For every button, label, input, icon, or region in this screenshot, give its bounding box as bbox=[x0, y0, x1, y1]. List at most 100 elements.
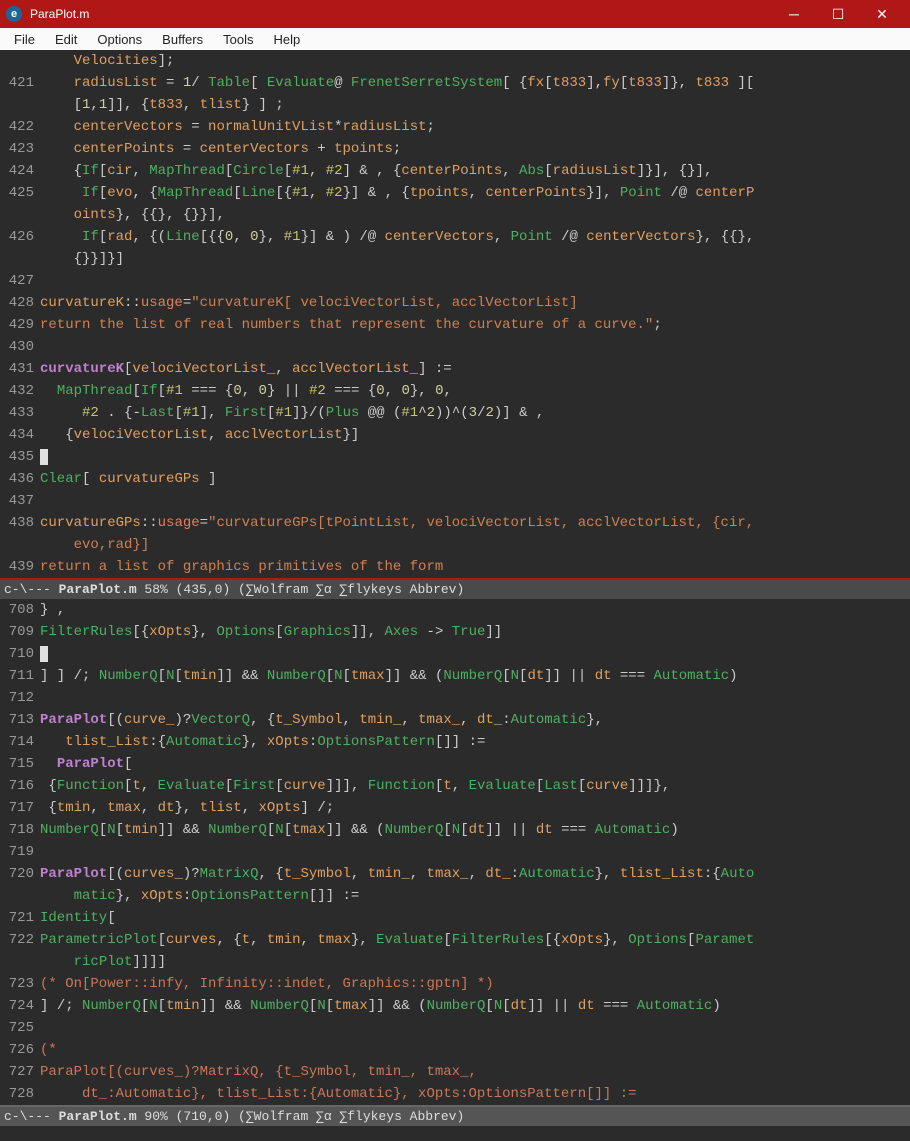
code-line[interactable]: 712 bbox=[0, 687, 910, 709]
code-line[interactable]: [1,1]], {t833, tlist} ] ; bbox=[0, 94, 910, 116]
code-content[interactable]: {Function[t, Evaluate[First[curve]]], Fu… bbox=[40, 775, 910, 797]
code-line[interactable]: 421 radiusList = 1/ Table[ Evaluate@ Fre… bbox=[0, 72, 910, 94]
code-line[interactable]: matic}, xOpts:OptionsPattern[]] := bbox=[0, 885, 910, 907]
code-content[interactable]: If[evo, {MapThread[Line[{#1, #2}] & , {t… bbox=[40, 182, 910, 204]
code-content[interactable] bbox=[40, 446, 910, 468]
code-content[interactable]: ParaPlot[(curves_)?MatrixQ, {t_Symbol, t… bbox=[40, 1061, 910, 1083]
code-content[interactable]: return a list of graphics primitives of … bbox=[40, 556, 910, 578]
menu-options[interactable]: Options bbox=[87, 32, 152, 47]
code-content[interactable]: FilterRules[{xOpts}, Options[Graphics]],… bbox=[40, 621, 910, 643]
code-line[interactable]: 436Clear[ curvatureGPs ] bbox=[0, 468, 910, 490]
code-line[interactable]: 727ParaPlot[(curves_)?MatrixQ, {t_Symbol… bbox=[0, 1061, 910, 1083]
code-content[interactable]: {velociVectorList, acclVectorList}] bbox=[40, 424, 910, 446]
code-line[interactable]: 709FilterRules[{xOpts}, Options[Graphics… bbox=[0, 621, 910, 643]
code-line[interactable]: 724] /; NumberQ[N[tmin]] && NumberQ[N[tm… bbox=[0, 995, 910, 1017]
code-content[interactable]: centerPoints = centerVectors + tpoints; bbox=[40, 138, 910, 160]
code-content[interactable] bbox=[40, 687, 910, 709]
code-content[interactable]: dt_:Automatic}, tlist_List:{Automatic}, … bbox=[40, 1083, 910, 1105]
code-content[interactable]: ] ] /; NumberQ[N[tmin]] && NumberQ[N[tma… bbox=[40, 665, 910, 687]
code-line[interactable]: 428curvatureK::usage="curvatureK[ veloci… bbox=[0, 292, 910, 314]
menu-edit[interactable]: Edit bbox=[45, 32, 87, 47]
code-line[interactable]: 722ParametricPlot[curves, {t, tmin, tmax… bbox=[0, 929, 910, 951]
menu-tools[interactable]: Tools bbox=[213, 32, 263, 47]
code-content[interactable]: ParaPlot[(curves_)?MatrixQ, {t_Symbol, t… bbox=[40, 863, 910, 885]
code-content[interactable]: radiusList = 1/ Table[ Evaluate@ FrenetS… bbox=[40, 72, 910, 94]
code-line[interactable]: 427 bbox=[0, 270, 910, 292]
code-line[interactable]: 429return the list of real numbers that … bbox=[0, 314, 910, 336]
code-line[interactable]: evo,rad}] bbox=[0, 534, 910, 556]
code-content[interactable]: evo,rad}] bbox=[40, 534, 910, 556]
code-line[interactable]: 720ParaPlot[(curves_)?MatrixQ, {t_Symbol… bbox=[0, 863, 910, 885]
code-line[interactable]: 432 MapThread[If[#1 === {0, 0} || #2 ===… bbox=[0, 380, 910, 402]
code-line[interactable]: 717 {tmin, tmax, dt}, tlist, xOpts] /; bbox=[0, 797, 910, 819]
code-line[interactable]: Velocities]; bbox=[0, 50, 910, 72]
code-content[interactable]: ricPlot]]]] bbox=[40, 951, 910, 973]
code-content[interactable]: return the list of real numbers that rep… bbox=[40, 314, 910, 336]
code-line[interactable]: 439return a list of graphics primitives … bbox=[0, 556, 910, 578]
code-content[interactable]: curvatureK[velociVectorList_, acclVector… bbox=[40, 358, 910, 380]
code-content[interactable]: #2 . {-Last[#1], First[#1]}/(Plus @@ (#1… bbox=[40, 402, 910, 424]
minimize-button[interactable]: ─ bbox=[772, 0, 816, 28]
code-content[interactable]: NumberQ[N[tmin]] && NumberQ[N[tmax]] && … bbox=[40, 819, 910, 841]
code-content[interactable]: [1,1]], {t833, tlist} ] ; bbox=[40, 94, 910, 116]
code-content[interactable]: tlist_List:{Automatic}, xOpts:OptionsPat… bbox=[40, 731, 910, 753]
code-content[interactable] bbox=[40, 841, 910, 863]
maximize-button[interactable]: ☐ bbox=[816, 0, 860, 28]
code-content[interactable]: Velocities]; bbox=[40, 50, 910, 72]
code-content[interactable]: ParametricPlot[curves, {t, tmin, tmax}, … bbox=[40, 929, 910, 951]
code-content[interactable] bbox=[40, 643, 910, 665]
code-line[interactable]: 425 If[evo, {MapThread[Line[{#1, #2}] & … bbox=[0, 182, 910, 204]
code-line[interactable]: oints}, {{}, {}}], bbox=[0, 204, 910, 226]
editor-pane-1[interactable]: Velocities];421 radiusList = 1/ Table[ E… bbox=[0, 50, 910, 578]
code-content[interactable]: curvatureK::usage="curvatureK[ velociVec… bbox=[40, 292, 910, 314]
code-line[interactable]: 714 tlist_List:{Automatic}, xOpts:Option… bbox=[0, 731, 910, 753]
code-content[interactable]: ] /; NumberQ[N[tmin]] && NumberQ[N[tmax]… bbox=[40, 995, 910, 1017]
code-line[interactable]: 725 bbox=[0, 1017, 910, 1039]
code-line[interactable]: {}}]}] bbox=[0, 248, 910, 270]
code-content[interactable]: } , bbox=[40, 599, 910, 621]
code-content[interactable] bbox=[40, 1017, 910, 1039]
menu-file[interactable]: File bbox=[4, 32, 45, 47]
code-content[interactable]: {If[cir, MapThread[Circle[#1, #2] & , {c… bbox=[40, 160, 910, 182]
code-line[interactable]: 424 {If[cir, MapThread[Circle[#1, #2] & … bbox=[0, 160, 910, 182]
code-content[interactable] bbox=[40, 336, 910, 358]
code-line[interactable]: 710 bbox=[0, 643, 910, 665]
code-line[interactable]: 433 #2 . {-Last[#1], First[#1]}/(Plus @@… bbox=[0, 402, 910, 424]
code-content[interactable]: (* On[Power::infy, Infinity::indet, Grap… bbox=[40, 973, 910, 995]
menu-help[interactable]: Help bbox=[263, 32, 310, 47]
code-line[interactable]: 435 bbox=[0, 446, 910, 468]
code-content[interactable]: centerVectors = normalUnitVList*radiusLi… bbox=[40, 116, 910, 138]
code-line[interactable]: 721Identity[ bbox=[0, 907, 910, 929]
code-content[interactable]: curvatureGPs::usage="curvatureGPs[tPoint… bbox=[40, 512, 910, 534]
code-line[interactable]: 426 If[rad, {(Line[{{0, 0}, #1}] & ) /@ … bbox=[0, 226, 910, 248]
code-line[interactable]: 431curvatureK[velociVectorList_, acclVec… bbox=[0, 358, 910, 380]
code-line[interactable]: 718NumberQ[N[tmin]] && NumberQ[N[tmax]] … bbox=[0, 819, 910, 841]
code-content[interactable]: (* bbox=[40, 1039, 910, 1061]
code-line[interactable]: 434 {velociVectorList, acclVectorList}] bbox=[0, 424, 910, 446]
code-content[interactable]: ParaPlot[(curve_)?VectorQ, {t_Symbol, tm… bbox=[40, 709, 910, 731]
code-content[interactable] bbox=[40, 270, 910, 292]
code-line[interactable]: 726(* bbox=[0, 1039, 910, 1061]
code-line[interactable]: 430 bbox=[0, 336, 910, 358]
code-content[interactable]: {tmin, tmax, dt}, tlist, xOpts] /; bbox=[40, 797, 910, 819]
code-content[interactable] bbox=[40, 490, 910, 512]
code-line[interactable]: 711] ] /; NumberQ[N[tmin]] && NumberQ[N[… bbox=[0, 665, 910, 687]
code-content[interactable]: oints}, {{}, {}}], bbox=[40, 204, 910, 226]
code-content[interactable]: MapThread[If[#1 === {0, 0} || #2 === {0,… bbox=[40, 380, 910, 402]
code-line[interactable]: 716 {Function[t, Evaluate[First[curve]]]… bbox=[0, 775, 910, 797]
code-line[interactable]: 437 bbox=[0, 490, 910, 512]
code-content[interactable]: If[rad, {(Line[{{0, 0}, #1}] & ) /@ cent… bbox=[40, 226, 910, 248]
code-content[interactable]: Clear[ curvatureGPs ] bbox=[40, 468, 910, 490]
code-line[interactable]: 708} , bbox=[0, 599, 910, 621]
code-content[interactable]: Identity[ bbox=[40, 907, 910, 929]
code-line[interactable]: 713ParaPlot[(curve_)?VectorQ, {t_Symbol,… bbox=[0, 709, 910, 731]
code-content[interactable]: matic}, xOpts:OptionsPattern[]] := bbox=[40, 885, 910, 907]
code-line[interactable]: 422 centerVectors = normalUnitVList*radi… bbox=[0, 116, 910, 138]
code-line[interactable]: 423 centerPoints = centerVectors + tpoin… bbox=[0, 138, 910, 160]
code-content[interactable]: ParaPlot[ bbox=[40, 753, 910, 775]
code-line[interactable]: ricPlot]]]] bbox=[0, 951, 910, 973]
code-line[interactable]: 728 dt_:Automatic}, tlist_List:{Automati… bbox=[0, 1083, 910, 1105]
code-line[interactable]: 438curvatureGPs::usage="curvatureGPs[tPo… bbox=[0, 512, 910, 534]
code-line[interactable]: 715 ParaPlot[ bbox=[0, 753, 910, 775]
menu-buffers[interactable]: Buffers bbox=[152, 32, 213, 47]
